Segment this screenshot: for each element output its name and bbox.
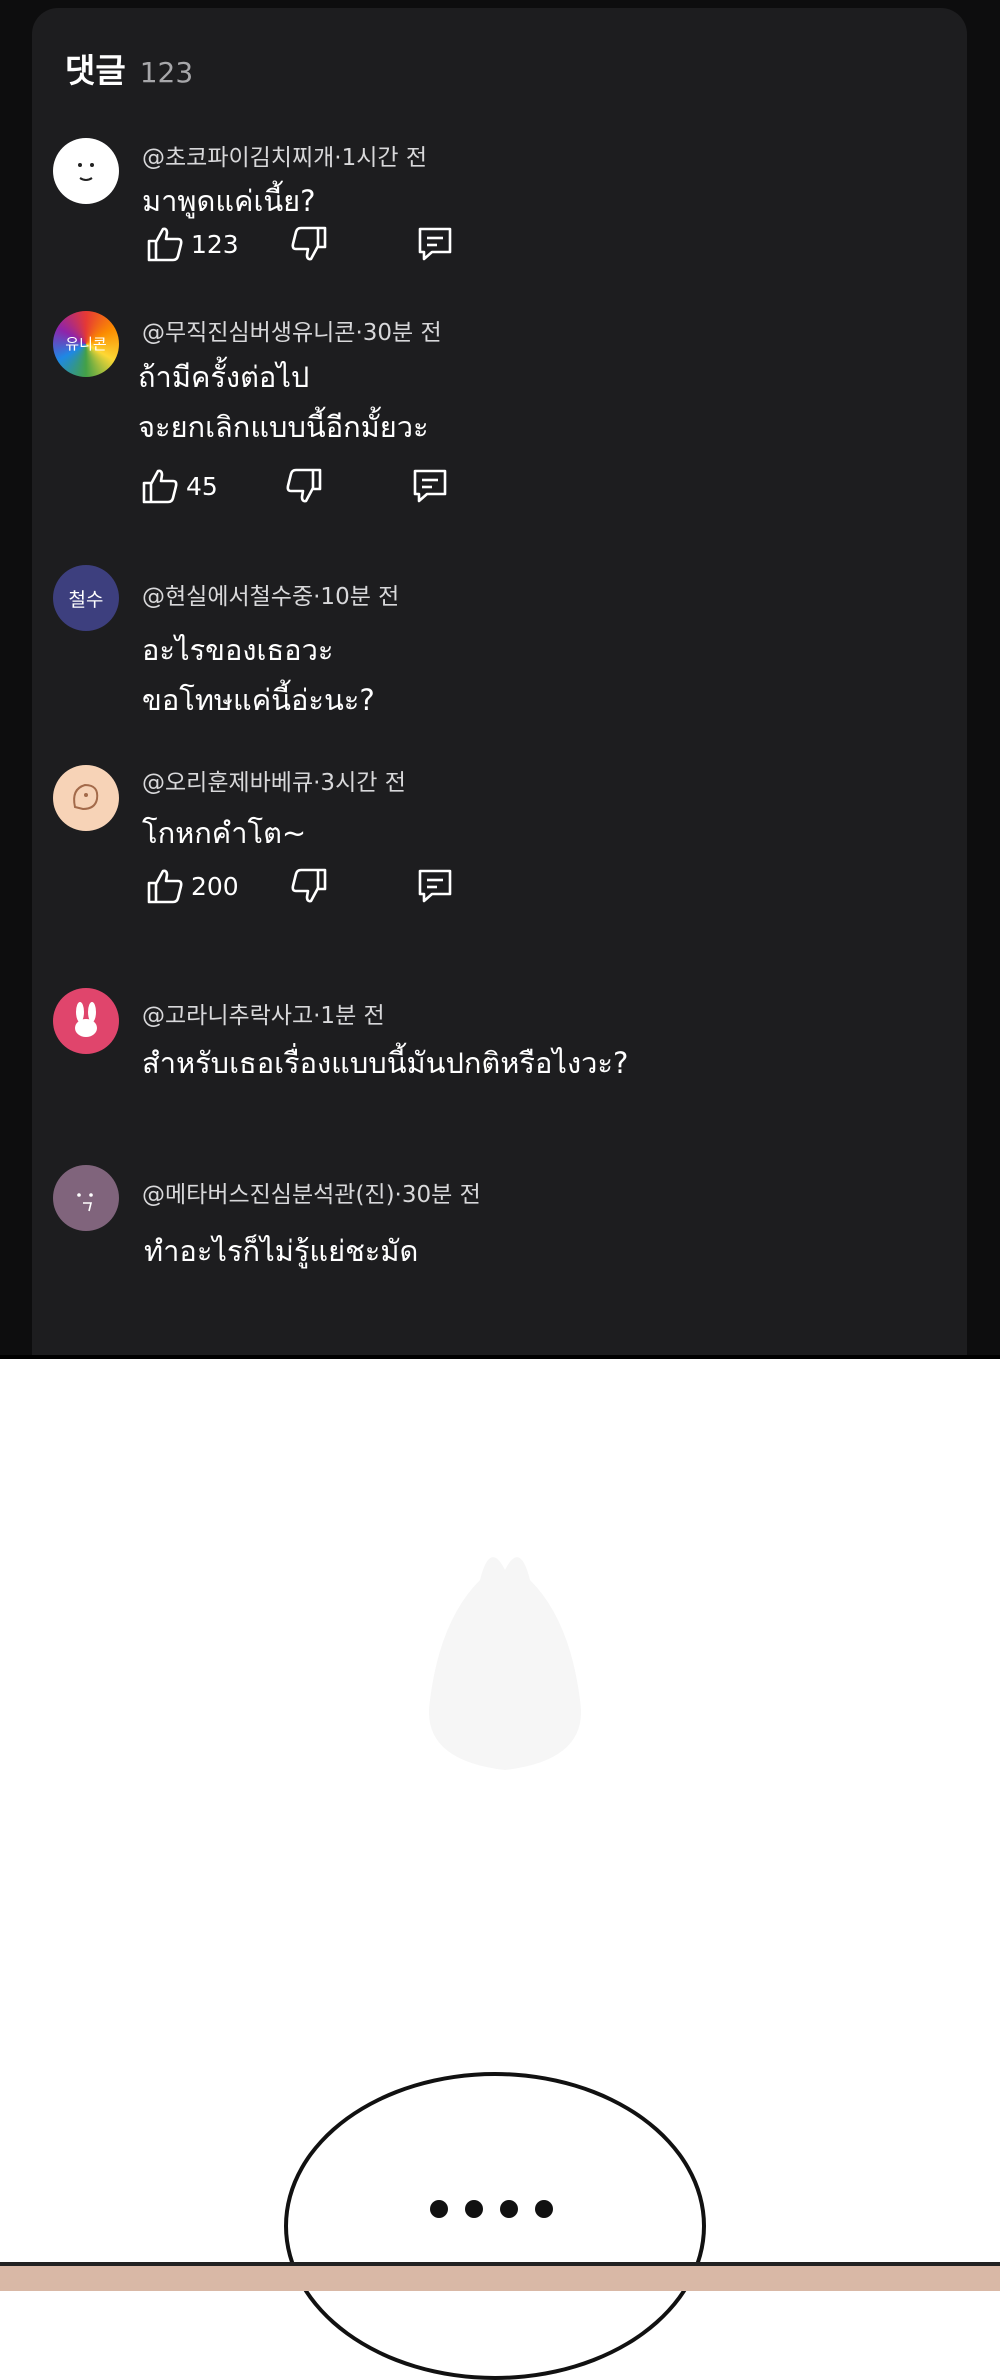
- comment-text: โกหกคำโต~: [142, 816, 307, 850]
- dot: [500, 2200, 518, 2218]
- thumbs-up-icon[interactable]: [145, 224, 185, 264]
- comment-actions: 200: [145, 866, 465, 910]
- avatar-badge: 유니콘: [65, 335, 107, 353]
- avatar[interactable]: 철수: [53, 565, 119, 631]
- like-count: 45: [186, 472, 218, 501]
- thumbs-down-icon[interactable]: [289, 224, 329, 264]
- comment-author[interactable]: @초코파이김치찌개·1시간 전: [142, 138, 427, 172]
- comment-text: จะยกเลิกแบบนี้อีกมั้ยวะ: [138, 410, 429, 444]
- dot: [465, 2200, 483, 2218]
- comment-text: สำหรับเธอเรื่องแบบนี้มันปกติหรือไงวะ?: [142, 1046, 629, 1080]
- speech-bubble: [284, 2072, 706, 2380]
- dot: [535, 2200, 553, 2218]
- comment-actions: 123: [145, 224, 465, 268]
- avatar[interactable]: [53, 138, 119, 204]
- thumbs-up-icon[interactable]: [140, 466, 180, 506]
- like-count: 123: [191, 230, 239, 259]
- avatar[interactable]: [53, 1165, 119, 1231]
- avatar[interactable]: [53, 988, 119, 1054]
- ellipsis-dots: [430, 2200, 553, 2218]
- reply-icon[interactable]: [415, 866, 455, 906]
- comment-text: มาพูดแค่เนี้ย?: [142, 184, 316, 218]
- comment-text: ถ้ามีครั้งต่อไป: [138, 360, 310, 394]
- comment-text: ขอโทษแค่นี้อ่ะนะ?: [142, 683, 375, 717]
- faint-figure-illustration: [428, 1557, 582, 1770]
- dot: [430, 2200, 448, 2218]
- thumbs-down-icon[interactable]: [284, 466, 324, 506]
- avatar[interactable]: 유니콘: [53, 311, 119, 377]
- avatar-initials: 철수: [68, 589, 104, 611]
- like-count: 200: [191, 872, 239, 901]
- thumbs-down-icon[interactable]: [289, 866, 329, 906]
- comment-author[interactable]: @고라니추락사고·1분 전: [142, 996, 385, 1030]
- comments-header: 댓글 123: [65, 44, 193, 92]
- comment-author[interactable]: @현실에서철수중·10분 전: [142, 577, 399, 611]
- comments-title: 댓글: [65, 51, 126, 90]
- reply-icon[interactable]: [410, 466, 450, 506]
- thumbs-up-icon[interactable]: [145, 866, 185, 906]
- comment-text: อะไรของเธอวะ: [142, 633, 334, 667]
- comment-text: ทำอะไรก็ไม่รู้แย่ชะมัด: [144, 1234, 419, 1268]
- panel-divider: [0, 1355, 1000, 1359]
- avatar[interactable]: [53, 765, 119, 831]
- comment-panel: 댓글 123 @초코파이김치찌개·1시간 전 มาพูดแค่เนี้ย? 12…: [32, 8, 967, 1355]
- comment-section-background: 댓글 123 @초코파이김치찌개·1시간 전 มาพูดแค่เนี้ย? 12…: [0, 0, 1000, 1355]
- comment-author[interactable]: @무직진심버생유니콘·30분 전: [142, 313, 442, 347]
- comment-actions: 45: [140, 466, 460, 510]
- comments-count: 123: [139, 56, 194, 89]
- comment-author[interactable]: @메타버스진심분석관(진)·30분 전: [142, 1175, 481, 1209]
- comment-author[interactable]: @오리훈제바베큐·3시간 전: [142, 763, 406, 797]
- reply-icon[interactable]: [415, 224, 455, 264]
